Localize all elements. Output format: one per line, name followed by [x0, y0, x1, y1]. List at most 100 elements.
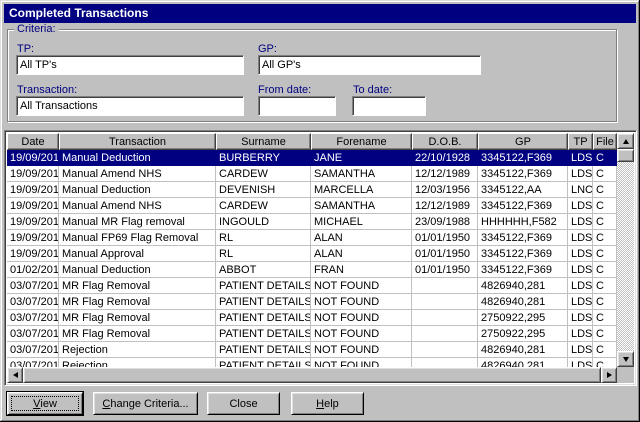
table-cell[interactable]: NOT FOUND — [311, 326, 412, 342]
table-row[interactable]: 19/09/2017Manual ApprovalRLALAN01/01/195… — [7, 246, 617, 262]
table-cell[interactable]: 01/01/1950 — [412, 262, 478, 278]
table-row[interactable]: 01/02/2017Manual DeductionABBOTFRAN01/01… — [7, 262, 617, 278]
table-cell[interactable]: CARDEW — [216, 166, 311, 182]
table-cell[interactable]: 4826940,281 — [478, 358, 568, 367]
table-cell[interactable]: 3345122,F369 — [478, 230, 568, 246]
table-cell[interactable]: SAMANTHA — [311, 198, 412, 214]
table-row[interactable]: 03/07/2017MR Flag RemovalPATIENT DETAILS… — [7, 294, 617, 310]
vertical-scrollbar-thumb[interactable] — [617, 149, 634, 162]
table-cell[interactable]: C — [593, 310, 617, 326]
table-cell[interactable]: Manual Approval — [59, 246, 216, 262]
change-criteria-button[interactable]: Change Criteria... — [93, 392, 198, 415]
scroll-left-button[interactable] — [7, 367, 23, 383]
table-cell[interactable]: Manual FP69 Flag Removal — [59, 230, 216, 246]
table-cell[interactable]: LDS — [568, 326, 593, 342]
table-cell[interactable]: PATIENT DETAILS — [216, 294, 311, 310]
column-header-d-o-b[interactable]: D.O.B. — [412, 133, 478, 150]
table-row[interactable]: 03/07/2017RejectionPATIENT DETAILSNOT FO… — [7, 358, 617, 367]
table-cell[interactable]: C — [593, 294, 617, 310]
table-cell[interactable]: LDS — [568, 198, 593, 214]
table-cell[interactable]: 19/09/2017 — [7, 166, 59, 182]
table-cell[interactable]: NOT FOUND — [311, 278, 412, 294]
table-cell[interactable]: NOT FOUND — [311, 310, 412, 326]
column-header-forename[interactable]: Forename — [311, 133, 412, 150]
table-cell[interactable]: 19/09/2017 — [7, 246, 59, 262]
table-cell[interactable]: 19/09/2017 — [7, 230, 59, 246]
column-header-transaction[interactable]: Transaction — [59, 133, 216, 150]
table-cell[interactable]: 3345122,F369 — [478, 150, 568, 166]
table-cell[interactable]: LDS — [568, 294, 593, 310]
table-row[interactable]: 19/09/2017Manual DeductionBURBERRYJANE22… — [7, 150, 617, 166]
table-cell[interactable]: Manual MR Flag removal — [59, 214, 216, 230]
table-cell[interactable]: C — [593, 182, 617, 198]
table-row[interactable]: 19/09/2017Manual DeductionDEVENISHMARCEL… — [7, 182, 617, 198]
vertical-scrollbar[interactable] — [617, 133, 634, 367]
table-cell[interactable]: ABBOT — [216, 262, 311, 278]
table-cell[interactable]: 3345122,AA — [478, 182, 568, 198]
table-cell[interactable]: C — [593, 262, 617, 278]
table-cell[interactable]: 4826940,281 — [478, 278, 568, 294]
scroll-up-button[interactable] — [617, 133, 634, 149]
table-cell[interactable]: 12/12/1989 — [412, 166, 478, 182]
view-button[interactable]: View — [7, 392, 83, 415]
column-header-gp[interactable]: GP — [478, 133, 568, 150]
column-header-surname[interactable]: Surname — [216, 133, 311, 150]
table-cell[interactable] — [412, 342, 478, 358]
table-cell[interactable]: 4826940,281 — [478, 294, 568, 310]
table-cell[interactable] — [412, 278, 478, 294]
table-cell[interactable]: 03/07/2017 — [7, 342, 59, 358]
column-header-date[interactable]: Date — [7, 133, 59, 150]
table-cell[interactable]: MR Flag Removal — [59, 310, 216, 326]
table-cell[interactable] — [412, 326, 478, 342]
close-button[interactable]: Close — [207, 392, 280, 415]
table-cell[interactable]: Rejection — [59, 342, 216, 358]
table-cell[interactable]: LDS — [568, 166, 593, 182]
table-cell[interactable]: 23/09/1988 — [412, 214, 478, 230]
column-header-file[interactable]: File — [593, 133, 617, 150]
table-cell[interactable]: MARCELLA — [311, 182, 412, 198]
table-cell[interactable]: Manual Amend NHS — [59, 198, 216, 214]
table-cell[interactable]: RL — [216, 230, 311, 246]
table-cell[interactable]: FRAN — [311, 262, 412, 278]
horizontal-scrollbar[interactable] — [7, 367, 617, 383]
table-cell[interactable]: C — [593, 166, 617, 182]
table-row[interactable]: 03/07/2017RejectionPATIENT DETAILSNOT FO… — [7, 342, 617, 358]
table-cell[interactable]: LDS — [568, 342, 593, 358]
table-cell[interactable]: 19/09/2017 — [7, 182, 59, 198]
table-row[interactable]: 19/09/2017Manual Amend NHSCARDEWSAMANTHA… — [7, 198, 617, 214]
gp-input[interactable] — [258, 55, 481, 75]
column-header-tp[interactable]: TP — [568, 133, 593, 150]
table-cell[interactable]: ALAN — [311, 246, 412, 262]
title-bar[interactable]: Completed Transactions — [4, 4, 636, 23]
table-cell[interactable]: ALAN — [311, 230, 412, 246]
table-cell[interactable]: Manual Deduction — [59, 150, 216, 166]
table-cell[interactable]: 22/10/1928 — [412, 150, 478, 166]
table-cell[interactable]: LDS — [568, 262, 593, 278]
table-cell[interactable]: LDS — [568, 246, 593, 262]
table-cell[interactable]: 01/01/1950 — [412, 230, 478, 246]
table-cell[interactable]: 19/09/2017 — [7, 214, 59, 230]
table-cell[interactable]: 03/07/2017 — [7, 294, 59, 310]
table-cell[interactable]: RL — [216, 246, 311, 262]
table-cell[interactable]: C — [593, 246, 617, 262]
table-cell[interactable]: CARDEW — [216, 198, 311, 214]
tp-input[interactable] — [16, 55, 244, 75]
table-cell[interactable]: 03/07/2017 — [7, 326, 59, 342]
table-cell[interactable]: INGOULD — [216, 214, 311, 230]
table-cell[interactable]: 12/12/1989 — [412, 198, 478, 214]
table-cell[interactable]: Manual Deduction — [59, 262, 216, 278]
table-cell[interactable]: LDS — [568, 310, 593, 326]
table-cell[interactable] — [412, 310, 478, 326]
table-cell[interactable]: 03/07/2017 — [7, 310, 59, 326]
table-row[interactable]: 03/07/2017MR Flag RemovalPATIENT DETAILS… — [7, 278, 617, 294]
table-cell[interactable]: LDS — [568, 230, 593, 246]
table-cell[interactable]: NOT FOUND — [311, 294, 412, 310]
table-cell[interactable]: MR Flag Removal — [59, 278, 216, 294]
table-cell[interactable]: MICHAEL — [311, 214, 412, 230]
table-cell[interactable]: C — [593, 358, 617, 367]
scroll-down-button[interactable] — [617, 351, 634, 367]
table-cell[interactable]: 2750922,295 — [478, 310, 568, 326]
help-button[interactable]: Help — [291, 392, 364, 415]
table-cell[interactable]: PATIENT DETAILS — [216, 326, 311, 342]
table-cell[interactable]: 03/07/2017 — [7, 358, 59, 367]
